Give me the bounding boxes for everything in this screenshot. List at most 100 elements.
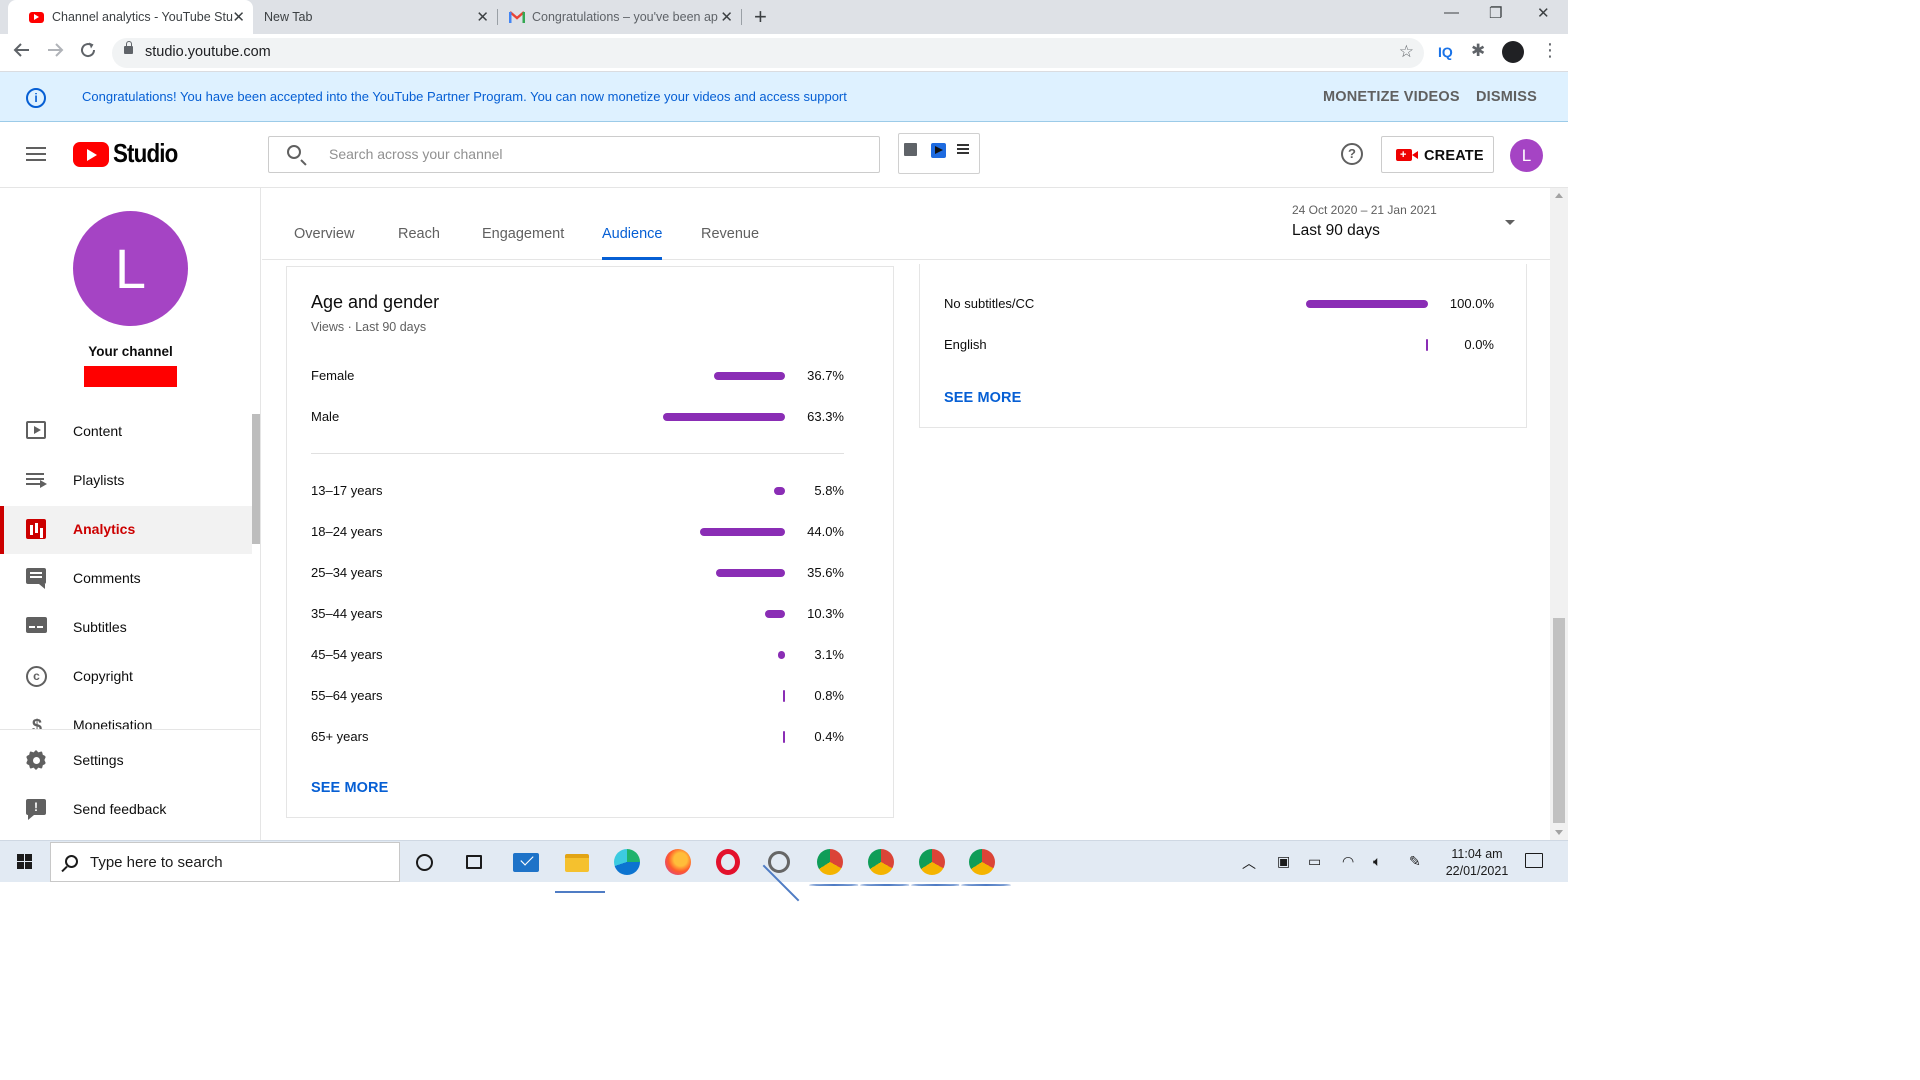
notification-center-icon[interactable] xyxy=(1525,853,1543,868)
create-button[interactable]: + CREATE xyxy=(1381,136,1494,173)
browser-tab-new-tab[interactable]: New Tab ✕ xyxy=(253,0,497,34)
chevron-down-icon[interactable] xyxy=(1505,220,1515,225)
firefox-icon[interactable] xyxy=(665,849,691,875)
task-view-icon[interactable] xyxy=(466,855,482,869)
see-more-button[interactable]: SEE MORE xyxy=(944,390,1021,406)
studio-logo-text[interactable]: Studio xyxy=(113,138,178,169)
url-text: studio.youtube.com xyxy=(145,44,271,60)
hamburger-menu-icon[interactable] xyxy=(26,147,46,161)
taskbar-search-placeholder: Type here to search xyxy=(90,854,223,871)
chrome-icon[interactable] xyxy=(807,849,861,888)
tab-audience[interactable]: Audience xyxy=(602,226,663,260)
info-icon: i xyxy=(26,88,46,108)
forward-arrow-icon[interactable] xyxy=(46,41,64,64)
date-range-picker[interactable]: 24 Oct 2020 – 21 Jan 2021 Last 90 days xyxy=(1292,203,1437,240)
back-arrow-icon[interactable] xyxy=(13,41,31,64)
opera-icon[interactable] xyxy=(716,849,740,875)
tab-engagement[interactable]: Engagement xyxy=(482,226,564,242)
studio-header: Studio ? + CREATE L xyxy=(0,122,1568,188)
sidebar-item-label: Playlists xyxy=(73,472,125,488)
monetize-videos-button[interactable]: MONETIZE VIDEOS xyxy=(1323,89,1460,105)
age-row: 55–64 years 0.8% xyxy=(311,688,844,708)
row-value: 0.4% xyxy=(814,729,844,744)
sidebar-item-comments[interactable]: Comments xyxy=(0,555,252,603)
iq-extension-icon[interactable]: IQ xyxy=(1438,44,1453,60)
volume-icon[interactable]: 🔈︎ xyxy=(1373,853,1381,870)
magnifier-app-icon[interactable] xyxy=(766,849,792,875)
pen-icon[interactable]: ✎ xyxy=(1409,853,1421,870)
see-more-button[interactable]: SEE MORE xyxy=(311,780,388,796)
sidebar-item-subtitles[interactable]: Subtitles xyxy=(0,604,252,652)
gmail-favicon-icon xyxy=(509,9,525,25)
minimize-button[interactable]: — xyxy=(1444,4,1459,21)
row-label: 35–44 years xyxy=(311,606,383,621)
row-value: 5.8% xyxy=(814,483,844,498)
tab-close-icon[interactable]: ✕ xyxy=(232,8,245,26)
cortana-icon[interactable] xyxy=(416,854,433,871)
chrome-menu-icon[interactable]: ⋮ xyxy=(1541,40,1559,61)
sidebar-scrollbar[interactable] xyxy=(252,414,260,544)
tab-reach[interactable]: Reach xyxy=(398,226,440,242)
search-input[interactable] xyxy=(327,145,847,163)
main-scrollbar[interactable] xyxy=(1550,188,1568,840)
stats-extension-icon[interactable] xyxy=(904,143,917,156)
chrome-profile-icon[interactable] xyxy=(909,849,963,888)
age-gender-card: Age and gender Views · Last 90 days Fema… xyxy=(286,266,894,818)
sidebar-item-analytics[interactable]: Analytics xyxy=(0,506,252,554)
windows-start-icon[interactable] xyxy=(17,854,33,870)
dismiss-button[interactable]: DISMISS xyxy=(1476,89,1537,105)
account-avatar[interactable]: L xyxy=(1510,139,1543,172)
taskbar-search-box[interactable]: Type here to search xyxy=(50,842,400,882)
reload-icon[interactable] xyxy=(79,41,97,64)
channel-avatar[interactable]: L xyxy=(73,211,188,326)
age-row: 65+ years 0.4% xyxy=(311,729,844,749)
tab-close-icon[interactable]: ✕ xyxy=(476,8,489,26)
scrollbar-thumb[interactable] xyxy=(1553,618,1565,823)
row-value: 44.0% xyxy=(807,524,844,539)
help-icon[interactable]: ? xyxy=(1341,143,1363,165)
channel-search-box[interactable] xyxy=(268,136,880,173)
meet-now-icon[interactable]: ▣ xyxy=(1277,853,1290,870)
row-bar xyxy=(765,610,785,618)
date-range-text: 24 Oct 2020 – 21 Jan 2021 xyxy=(1292,203,1437,217)
window-close-button[interactable]: ✕ xyxy=(1537,4,1550,22)
chrome-profile-icon[interactable] xyxy=(858,849,912,888)
address-bar[interactable]: studio.youtube.com ☆ xyxy=(112,38,1424,68)
sidebar-item-settings[interactable]: Settings xyxy=(0,737,252,785)
sidebar-item-send-feedback[interactable]: Send feedback xyxy=(0,786,252,834)
mail-icon[interactable] xyxy=(513,853,539,872)
chrome-profile-icon[interactable] xyxy=(959,849,1013,888)
row-bar xyxy=(716,569,785,577)
sidebar-item-content[interactable]: Content xyxy=(0,408,252,456)
tab-separator xyxy=(741,9,742,25)
banner-message: Congratulations! You have been accepted … xyxy=(82,89,847,104)
tab-revenue[interactable]: Revenue xyxy=(701,226,759,242)
sidebar-item-label: Comments xyxy=(73,570,141,586)
battery-icon[interactable]: ▭ xyxy=(1308,853,1321,870)
profile-avatar-icon[interactable] xyxy=(1502,41,1524,63)
tab-overview[interactable]: Overview xyxy=(294,226,354,242)
row-bar xyxy=(778,651,785,659)
period-label: Last 90 days xyxy=(1292,222,1380,239)
sidebar-item-monetisation[interactable]: $ Monetisation xyxy=(0,702,252,729)
browser-tab-analytics[interactable]: Channel analytics - YouTube Stu ✕ xyxy=(8,0,253,34)
scroll-up-icon[interactable] xyxy=(1555,193,1563,198)
bookmark-star-icon[interactable]: ☆ xyxy=(1399,42,1414,62)
extensions-puzzle-icon[interactable]: ✱ xyxy=(1471,41,1485,61)
file-explorer-icon[interactable] xyxy=(555,854,605,893)
scroll-down-icon[interactable] xyxy=(1555,830,1563,835)
row-label: Female xyxy=(311,368,355,383)
sidebar-item-copyright[interactable]: c Copyright xyxy=(0,653,252,701)
edge-browser-icon[interactable] xyxy=(614,849,640,875)
youtube-logo-icon[interactable] xyxy=(73,142,109,167)
new-tab-button[interactable]: + xyxy=(754,4,767,30)
taskbar-clock[interactable]: 11:04 am 22/01/2021 xyxy=(1444,846,1510,880)
tab-close-icon[interactable]: ✕ xyxy=(720,8,733,26)
maximize-button[interactable]: ❐ xyxy=(1489,4,1502,22)
browser-tab-gmail[interactable]: Congratulations – you've been ap ✕ xyxy=(498,0,741,34)
list-extension-icon[interactable] xyxy=(957,144,969,154)
sidebar-item-playlists[interactable]: Playlists xyxy=(0,457,252,505)
chevron-up-icon[interactable]: ︿ xyxy=(1242,853,1256,873)
play-extension-icon[interactable] xyxy=(931,143,946,158)
wifi-icon[interactable]: ◠ xyxy=(1342,853,1354,870)
